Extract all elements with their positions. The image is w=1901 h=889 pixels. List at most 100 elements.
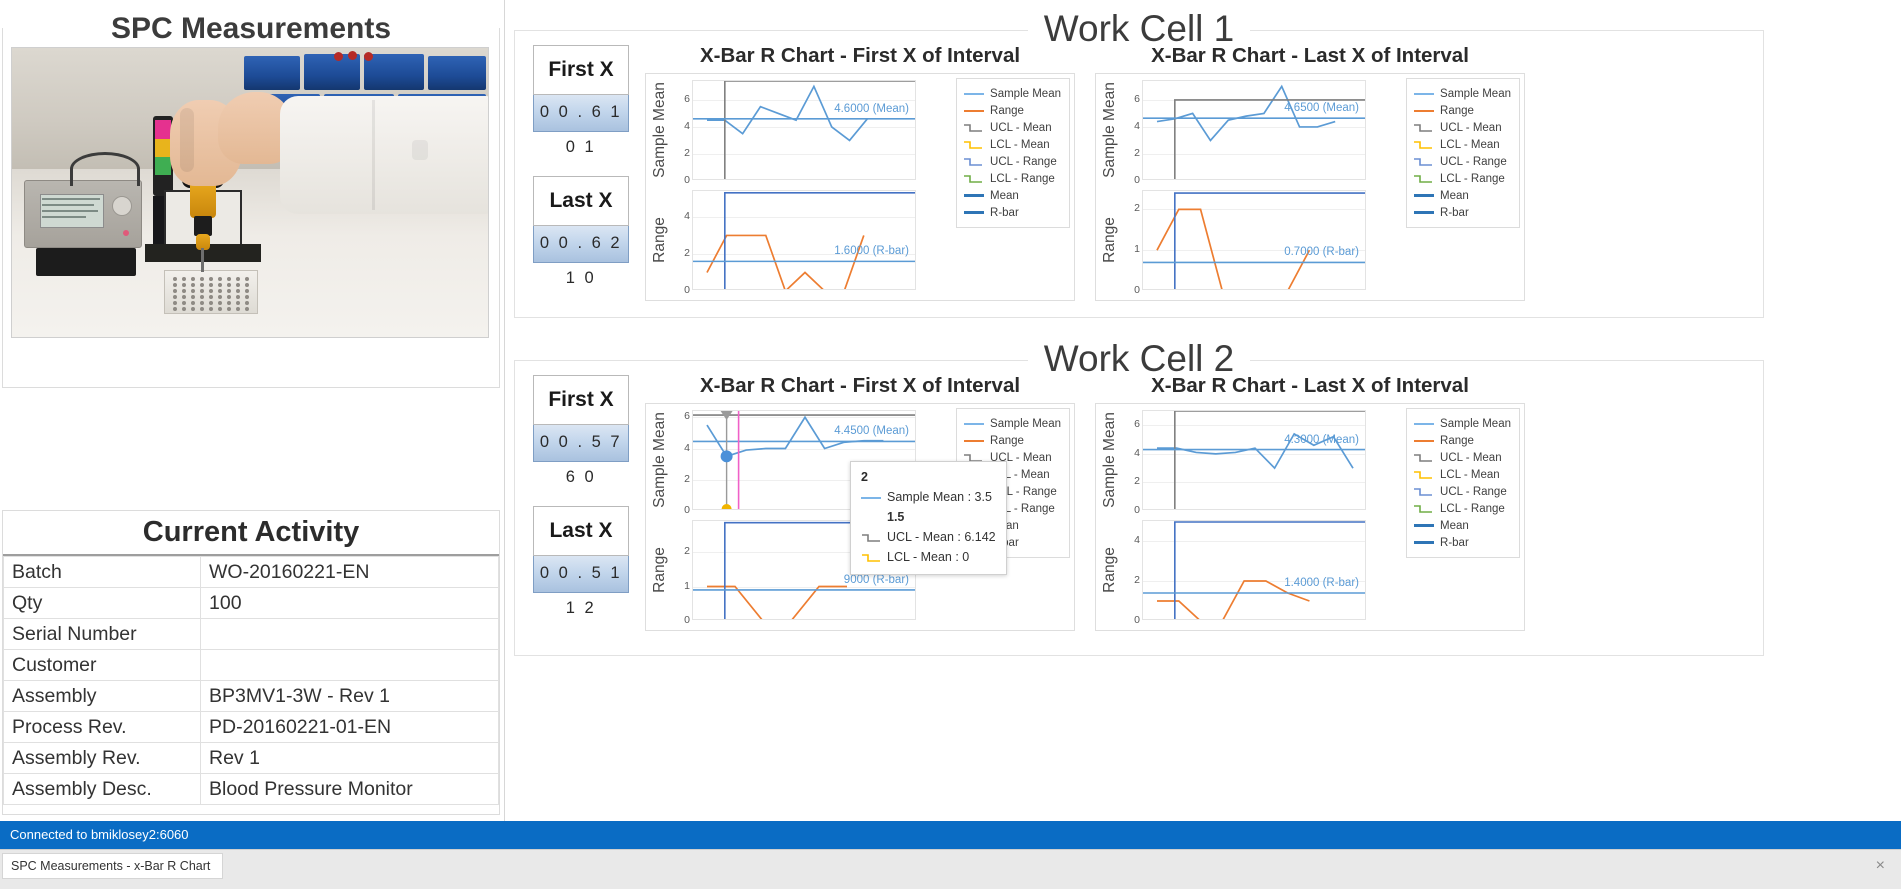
y-axis-label: Sample Mean [1101,412,1119,508]
legend-item[interactable]: R-bar [963,204,1061,221]
legend-item[interactable]: LCL - Range [1413,500,1511,517]
legend-item[interactable]: Range [963,432,1061,449]
plate-hole [191,295,195,299]
plate-hole [218,283,222,287]
legend-item[interactable]: Mean [1413,517,1511,534]
legend-item-label: R-bar [1440,206,1469,219]
legend-item[interactable]: Sample Mean [963,85,1061,102]
last-x-value[interactable]: 0 0 . 6 2 1 0 [533,226,629,287]
legend-swatch-line-icon [1413,418,1435,430]
first-x-value[interactable]: 0 0 . 6 1 0 1 [533,95,629,156]
chart-annotation: 4.6500 (Mean) [1284,102,1359,115]
y-axis-ticks: 0 1 2 [670,520,692,626]
y-tick-label: 0 [684,284,690,296]
legend-item[interactable]: UCL - Mean [1413,449,1511,466]
plate-hole [236,307,240,311]
first-x-label: First X [533,375,629,425]
legend-item[interactable]: Range [1413,102,1511,119]
table-row: Assembly Desc. Blood Pressure Monitor [3,773,499,805]
workcells-area: Work Cell 1 First X0 0 . 6 1 0 1 Last X0 … [506,0,1901,830]
legend-item-label: UCL - Mean [990,121,1052,134]
tooltip-row: 1.5 [861,508,996,526]
tooltip-row: UCL - Mean : 6.142 [861,528,996,546]
legend-item[interactable]: Sample Mean [1413,415,1511,432]
y-tick-label: 0 [684,504,690,516]
chart-panel-wc2-first: X-Bar R Chart - First X of Interval Sampl… [645,373,1075,631]
plot-area: 4.3000 (Mean) [1142,410,1366,510]
legend-item[interactable]: Mean [1413,187,1511,204]
legend-item[interactable]: R-bar [1413,534,1511,551]
y-tick-label: 0 [684,614,690,626]
legend-item[interactable]: Sample Mean [963,415,1061,432]
plot-stack: Sample Mean 0 2 4 6 4.6500 (Mean) Range 0 1 2 0.70… [1096,74,1400,300]
last-x-value[interactable]: 0 0 . 5 1 1 2 [533,556,629,617]
close-icon[interactable]: × [1876,858,1885,874]
legend-item[interactable]: LCL - Mean [1413,136,1511,153]
activity-key: Assembly Desc. [3,773,201,805]
y-axis-ticks: 0 2 4 6 [670,80,692,186]
legend-item[interactable]: LCL - Mean [963,136,1061,153]
legend-item[interactable]: UCL - Mean [1413,119,1511,136]
y-tick-label: 4 [1134,119,1140,132]
y-tick-label: 4 [684,209,690,222]
legend-item[interactable]: LCL - Mean [1413,466,1511,483]
legend-item[interactable]: R-bar [1413,204,1511,221]
plate-hole [209,307,213,311]
tooltip-row: LCL - Mean : 0 [861,548,996,566]
plate-hole [218,289,222,293]
tooltip-row: Sample Mean : 3.5 [861,488,996,506]
activity-value: BP3MV1-3W - Rev 1 [200,680,499,712]
legend-swatch-thick-icon [1413,190,1435,202]
plate-hole [182,289,186,293]
last-x-display: Last X0 0 . 6 2 1 0 [533,176,629,287]
plate-hole [173,295,177,299]
plate-hole [191,301,195,305]
table-row: Assembly Rev. Rev 1 [3,742,499,774]
spc-measurements-panel: SPC Measurements [2,9,500,388]
legend-item[interactable]: LCL - Range [963,170,1061,187]
plate-hole [227,295,231,299]
plate-hole [236,301,240,305]
legend-item-label: Range [1440,434,1474,447]
legend-swatch-step-icon [1413,122,1435,134]
legend-item[interactable]: Range [1413,432,1511,449]
activity-key: Serial Number [3,618,201,650]
legend-item[interactable]: UCL - Range [1413,483,1511,500]
legend-item[interactable]: UCL - Range [1413,153,1511,170]
plate-hole [245,277,249,281]
legend-item[interactable]: UCL - Range [963,153,1061,170]
taskbar-window-button-label: SPC Measurements - x-Bar R Chart [11,859,211,873]
first-x-value[interactable]: 0 0 . 5 7 6 0 [533,425,629,486]
activity-key: Process Rev. [3,711,201,743]
y-axis-ticks: 0 2 4 6 [1120,410,1142,516]
legend-item-label: UCL - Mean [1440,451,1502,464]
activity-value [200,618,499,650]
tooltip-row-label: LCL - Mean : 0 [887,550,970,564]
legend-swatch-line-icon [963,88,985,100]
y-axis-label: Sample Mean [651,412,669,508]
plate-hole [227,277,231,281]
chart-panel-wc2-last: X-Bar R Chart - Last X of Interval Sample… [1095,373,1525,631]
activity-value: Blood Pressure Monitor [200,773,499,805]
activity-key: Customer [3,649,201,681]
plate-hole [173,301,177,305]
plate-hole [236,295,240,299]
plate-hole [200,289,204,293]
table-row: Qty 100 [3,587,499,619]
chart-frame: Sample Mean 0 2 4 6 4.6500 (Mean) Range 0 1 2 0.70… [1095,73,1525,301]
legend-item[interactable]: LCL - Range [1413,170,1511,187]
taskbar-window-button[interactable]: SPC Measurements - x-Bar R Chart [2,853,224,879]
activity-key: Assembly [3,680,201,712]
y-tick-label: 2 [684,246,690,259]
chart-tooltip: 2 Sample Mean : 3.5 1.5 UCL - Mean : 6.142 L… [850,461,1007,575]
spc-measurements-title-text: SPC Measurements [96,12,406,45]
y-tick-label: 4 [684,119,690,132]
legend-item[interactable]: Mean [963,187,1061,204]
legend-item-label: Mean [1440,519,1469,532]
legend-swatch-thick-icon [963,207,985,219]
legend-item[interactable]: UCL - Mean [963,119,1061,136]
plate-hole [236,277,240,281]
legend-item[interactable]: Sample Mean [1413,85,1511,102]
y-tick-label: 2 [684,146,690,159]
legend-item[interactable]: Range [963,102,1061,119]
